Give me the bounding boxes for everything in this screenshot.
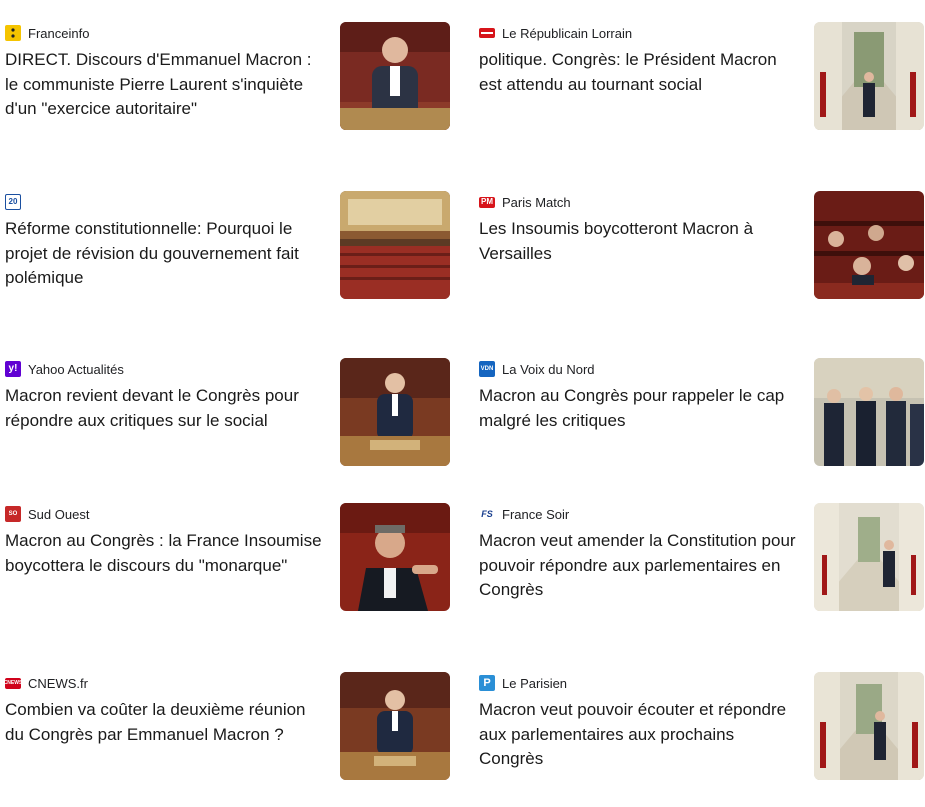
source-line: FS France Soir — [479, 505, 569, 523]
news-card-franceinfo[interactable]: Franceinfo DIRECT. Discours d'Emmanuel M… — [5, 22, 450, 137]
cnews-logo-icon: CNEWS — [5, 677, 21, 689]
source-name: Sud Ouest — [28, 506, 90, 522]
source-name: Franceinfo — [28, 25, 90, 41]
source-name: France Soir — [502, 506, 570, 522]
yahoo-logo-icon: y! — [5, 361, 21, 377]
paris-match-logo-icon: PM — [479, 196, 495, 208]
assembly-hemicycle-photo[interactable] — [340, 191, 450, 299]
le-parisien-logo-icon: P — [479, 675, 495, 691]
news-card-le-parisien[interactable]: P Le Parisien Macron veut pouvoir écoute… — [479, 672, 924, 787]
source-name: Yahoo Actualités — [28, 361, 124, 377]
news-card-sud-ouest[interactable]: SO Sud Ouest Macron au Congrès : la Fran… — [5, 503, 450, 618]
speaker-at-podium-photo[interactable] — [340, 672, 450, 780]
gallery-walk-photo[interactable] — [814, 672, 924, 780]
pointing-deputy-photo[interactable] — [340, 503, 450, 611]
france-soir-logo-icon: FS — [479, 506, 495, 522]
source-line: CNEWS CNEWS.fr — [5, 674, 88, 692]
news-card-la-voix-du-nord[interactable]: VDN La Voix du Nord Macron au Congrès po… — [479, 358, 924, 473]
speaker-at-podium-photo[interactable] — [340, 358, 450, 466]
sud-ouest-logo-icon: SO — [5, 506, 21, 522]
franceinfo-logo-icon — [5, 25, 21, 41]
news-card-20-minutes[interactable]: 20 Réforme constitutionnelle: Pourquoi l… — [5, 191, 450, 306]
source-line: 20 — [5, 193, 28, 211]
source-name: CNEWS.fr — [28, 675, 88, 691]
headline-link[interactable]: Macron revient devant le Congrès pour ré… — [5, 384, 323, 433]
speaker-at-podium-photo[interactable] — [340, 22, 450, 130]
headline-link[interactable]: Macron veut amender la Constitution pour… — [479, 529, 797, 603]
news-card-yahoo[interactable]: y! Yahoo Actualités Macron revient devan… — [5, 358, 450, 473]
source-line: PM Paris Match — [479, 193, 571, 211]
headline-link[interactable]: Macron au Congrès pour rappeler le cap m… — [479, 384, 797, 433]
la-voix-du-nord-logo-icon: VDN — [479, 361, 495, 377]
source-line: VDN La Voix du Nord — [479, 360, 595, 378]
source-line: SO Sud Ouest — [5, 505, 89, 523]
deputies-seated-photo[interactable] — [814, 191, 924, 299]
source-name: La Voix du Nord — [502, 361, 595, 377]
news-card-republicain-lorrain[interactable]: Le Républicain Lorrain politique. Congrè… — [479, 22, 924, 137]
source-line: Le Républicain Lorrain — [479, 24, 632, 42]
source-name: Le Républicain Lorrain — [502, 25, 633, 41]
source-line: y! Yahoo Actualités — [5, 360, 124, 378]
news-card-paris-match[interactable]: PM Paris Match Les Insoumis boycotteront… — [479, 191, 924, 306]
source-line: Franceinfo — [5, 24, 89, 42]
gallery-walk-photo[interactable] — [814, 22, 924, 130]
source-name: Le Parisien — [502, 675, 568, 691]
headline-link[interactable]: Macron au Congrès : la France Insoumise … — [5, 529, 323, 578]
headline-link[interactable]: politique. Congrès: le Président Macron … — [479, 48, 797, 97]
officials-walking-photo[interactable] — [814, 358, 924, 466]
headline-link[interactable]: Réforme constitutionnelle: Pourquoi le p… — [5, 217, 323, 291]
republicain-lorrain-logo-icon — [479, 28, 495, 38]
news-card-france-soir[interactable]: FS France Soir Macron veut amender la Co… — [479, 503, 924, 618]
headline-link[interactable]: Combien va coûter la deuxième réunion du… — [5, 698, 323, 747]
gallery-walk-photo[interactable] — [814, 503, 924, 611]
source-line: P Le Parisien — [479, 674, 567, 692]
headline-link[interactable]: Macron veut pouvoir écouter et répondre … — [479, 698, 797, 772]
source-name: Paris Match — [502, 194, 571, 210]
headline-link[interactable]: Les Insoumis boycotteront Macron à Versa… — [479, 217, 797, 266]
headline-link[interactable]: DIRECT. Discours d'Emmanuel Macron : le … — [5, 48, 323, 122]
20-minutes-logo-icon: 20 — [5, 194, 21, 210]
news-card-cnews[interactable]: CNEWS CNEWS.fr Combien va coûter la deux… — [5, 672, 450, 787]
